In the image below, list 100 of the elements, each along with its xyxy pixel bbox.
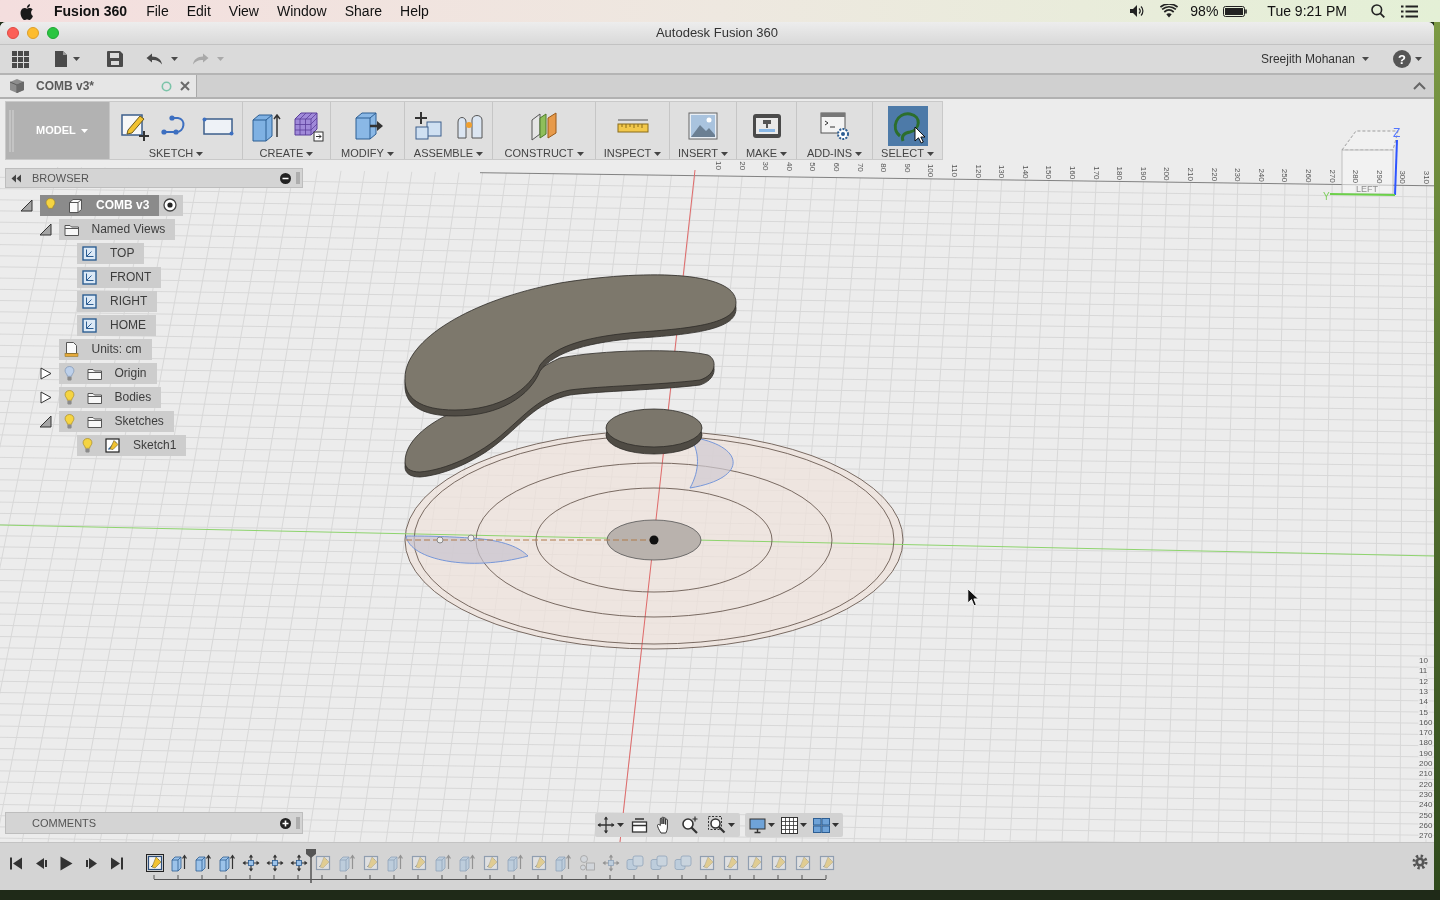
box-arrow-icon[interactable] bbox=[194, 854, 212, 872]
battery-icon[interactable] bbox=[1223, 5, 1248, 17]
speaker-icon[interactable] bbox=[1129, 4, 1146, 18]
insert-menu-button[interactable]: INSERT bbox=[677, 148, 729, 159]
document-tab[interactable]: COMB v3* bbox=[0, 75, 197, 97]
monitor-icon[interactable] bbox=[749, 816, 766, 834]
grip-icon[interactable] bbox=[296, 817, 300, 829]
save-icon[interactable] bbox=[107, 51, 123, 67]
create-menu-button[interactable]: CREATE bbox=[259, 148, 314, 159]
move-arrows-icon[interactable] bbox=[266, 854, 284, 872]
addins-menu-button[interactable]: ADD-INS bbox=[806, 148, 863, 159]
mesh-cube-icon[interactable] bbox=[291, 110, 324, 142]
assemble-menu-button[interactable]: ASSEMBLE bbox=[413, 148, 484, 159]
caret-icon[interactable] bbox=[386, 151, 394, 156]
app-name[interactable]: Fusion 360 bbox=[54, 0, 128, 22]
timeline-marker[interactable] bbox=[306, 849, 316, 883]
tree-item[interactable]: Units: cm bbox=[58, 338, 152, 360]
close-icon[interactable] bbox=[180, 81, 190, 91]
tree-item[interactable]: Bodies bbox=[58, 386, 162, 408]
box-arrow-icon[interactable] bbox=[218, 854, 236, 872]
caret-icon[interactable] bbox=[476, 151, 484, 156]
picture-icon[interactable] bbox=[687, 110, 719, 142]
tree-item[interactable]: Sketches bbox=[58, 410, 174, 432]
wifi-icon[interactable] bbox=[1160, 4, 1179, 18]
tree-item[interactable]: TOP bbox=[77, 242, 145, 264]
grip-icon[interactable] bbox=[296, 172, 300, 184]
look-at-icon[interactable] bbox=[631, 816, 648, 834]
zoom-icon[interactable] bbox=[681, 816, 699, 834]
double-arrow-icon[interactable] bbox=[11, 173, 21, 183]
caret-icon[interactable] bbox=[800, 823, 807, 827]
caret-icon[interactable] bbox=[306, 151, 314, 156]
menu-item[interactable]: View bbox=[228, 0, 259, 22]
caret-icon[interactable] bbox=[721, 151, 729, 156]
expanded-triangle-icon[interactable] bbox=[38, 222, 52, 236]
caret-icon[interactable] bbox=[832, 823, 839, 827]
upper-arm-shape[interactable] bbox=[404, 274, 737, 417]
tree-item[interactable]: FRONT bbox=[77, 266, 162, 288]
apps-grid-icon[interactable] bbox=[12, 50, 29, 68]
skip-to-end-icon[interactable] bbox=[111, 857, 123, 870]
step-back-icon[interactable] bbox=[35, 857, 47, 870]
help-button[interactable]: ? bbox=[1393, 50, 1411, 68]
sketch-profile-shape[interactable] bbox=[689, 436, 734, 489]
caret-icon[interactable] bbox=[1362, 57, 1369, 61]
file-icon[interactable] bbox=[55, 51, 67, 67]
chevron-up-icon[interactable] bbox=[1413, 82, 1426, 90]
tree-item[interactable]: Named Views bbox=[58, 218, 176, 240]
caret-icon[interactable] bbox=[768, 823, 775, 827]
menu-item[interactable]: Share bbox=[344, 0, 383, 22]
move-arrows-icon[interactable] bbox=[242, 854, 260, 872]
collapsed-triangle-icon[interactable] bbox=[38, 390, 52, 404]
tree-item[interactable]: Sketch1 bbox=[77, 434, 187, 456]
tree-item[interactable]: Origin bbox=[58, 362, 157, 384]
collapsed-triangle-icon[interactable] bbox=[38, 366, 52, 380]
grid-icon[interactable] bbox=[781, 816, 798, 834]
sketch-icon[interactable] bbox=[146, 854, 164, 872]
script-gear-icon[interactable] bbox=[818, 110, 851, 142]
apple-icon[interactable] bbox=[20, 2, 34, 20]
caret-icon[interactable] bbox=[171, 57, 178, 61]
caret-icon[interactable] bbox=[617, 823, 624, 827]
minus-circle-icon[interactable] bbox=[280, 172, 291, 184]
make-menu-button[interactable]: MAKE bbox=[745, 148, 788, 159]
modify-menu-button[interactable]: MODIFY bbox=[341, 148, 394, 159]
viewports-icon[interactable] bbox=[813, 817, 830, 833]
inspect-menu-button[interactable]: INSPECT bbox=[603, 148, 662, 159]
menu-item[interactable]: Window bbox=[276, 0, 327, 22]
caret-icon[interactable] bbox=[196, 151, 204, 156]
construct-menu-button[interactable]: CONSTRUCT bbox=[504, 148, 584, 159]
zoom-window-icon[interactable] bbox=[708, 816, 726, 834]
step-forward-icon[interactable] bbox=[86, 857, 98, 870]
disc-shape[interactable] bbox=[605, 408, 703, 455]
select-menu-button[interactable]: SELECT bbox=[881, 148, 934, 159]
plus-circle-icon[interactable] bbox=[280, 817, 291, 829]
caret-icon[interactable] bbox=[855, 151, 863, 156]
menu-item[interactable]: File bbox=[146, 0, 169, 22]
user-menu-button[interactable]: Sreejith Mohanan bbox=[1260, 50, 1369, 68]
menu-item[interactable]: Help bbox=[400, 0, 429, 22]
undo-icon[interactable] bbox=[146, 53, 163, 65]
caret-icon[interactable] bbox=[728, 823, 735, 827]
skip-to-start-icon[interactable] bbox=[10, 857, 22, 870]
caret-icon[interactable] bbox=[73, 57, 80, 61]
caret-icon[interactable] bbox=[576, 151, 584, 156]
close-window-button[interactable] bbox=[7, 27, 19, 39]
view-cube[interactable] bbox=[1341, 130, 1399, 195]
tree-item[interactable]: RIGHT bbox=[77, 290, 158, 312]
box-arrow-icon[interactable] bbox=[170, 854, 188, 872]
move-arrows-icon[interactable] bbox=[290, 854, 308, 872]
caret-icon[interactable] bbox=[1415, 57, 1422, 61]
search-icon[interactable] bbox=[1371, 4, 1385, 18]
planes-icon[interactable] bbox=[528, 110, 560, 142]
caret-icon[interactable] bbox=[780, 151, 788, 156]
expanded-triangle-icon[interactable] bbox=[38, 414, 52, 428]
gear-icon[interactable] bbox=[1412, 854, 1428, 870]
play-icon[interactable] bbox=[60, 856, 73, 871]
lasso-cursor-icon[interactable] bbox=[887, 106, 928, 146]
list-icon[interactable] bbox=[1401, 4, 1418, 18]
expanded-triangle-icon[interactable] bbox=[20, 198, 33, 212]
center-disc-shape[interactable] bbox=[606, 519, 702, 561]
caret-icon[interactable] bbox=[926, 151, 934, 156]
sketch-menu-button[interactable]: SKETCH bbox=[148, 148, 204, 159]
sketch-point-icon[interactable] bbox=[467, 534, 475, 542]
